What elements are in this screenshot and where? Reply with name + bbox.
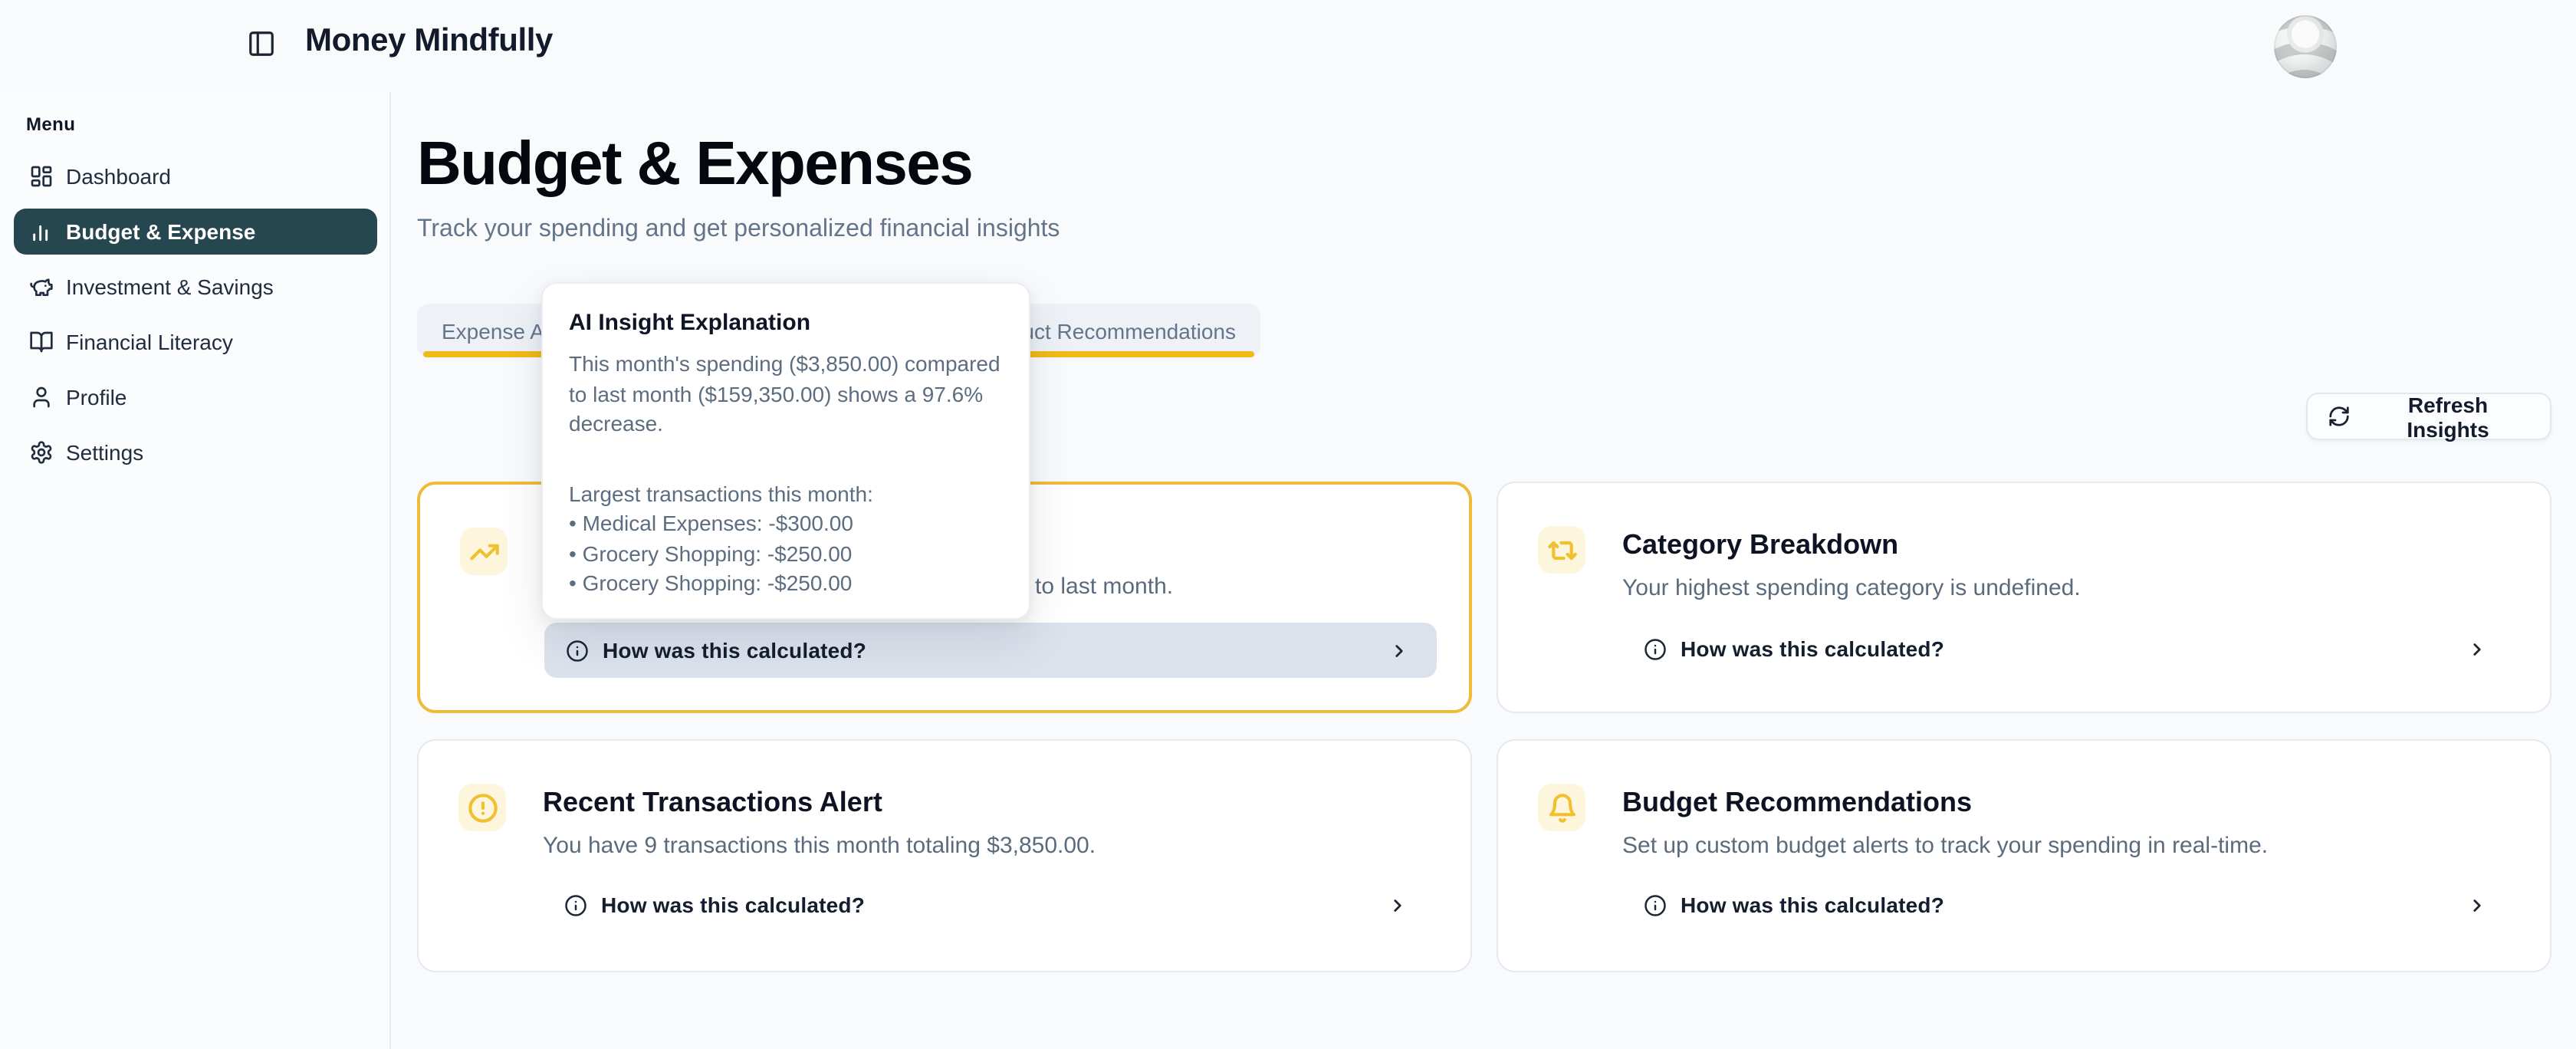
chevron-right-icon bbox=[1388, 895, 1408, 915]
trending-up-icon bbox=[460, 528, 508, 575]
panel-left-icon bbox=[246, 28, 275, 58]
chevron-right-icon bbox=[1389, 640, 1409, 660]
sidebar-item-profile[interactable]: Profile bbox=[14, 374, 377, 420]
card-title: Category Breakdown bbox=[1622, 528, 1898, 561]
alert-circle-icon bbox=[458, 784, 506, 831]
chevron-right-icon bbox=[2467, 895, 2487, 915]
sidebar-item-financial-literacy[interactable]: Financial Literacy bbox=[14, 319, 377, 365]
sidebar-item-investment-savings[interactable]: Investment & Savings bbox=[14, 264, 377, 310]
card-body: You have 9 transactions this month total… bbox=[543, 830, 1096, 862]
refresh-insights-button[interactable]: Refresh Insights bbox=[2306, 393, 2551, 440]
sidebar-menu-label: Menu bbox=[26, 113, 75, 135]
popover-body: This month's spending ($3,850.00) compar… bbox=[569, 350, 1017, 599]
top-header: Money Mindfully bbox=[0, 0, 2576, 92]
sidebar-item-label: Profile bbox=[66, 385, 127, 409]
how-calculated-row[interactable]: How was this calculated? bbox=[1622, 621, 2515, 676]
card-category-breakdown: Category Breakdown Your highest spending… bbox=[1497, 482, 2551, 713]
sidebar-toggle-button[interactable] bbox=[236, 18, 285, 67]
refresh-icon bbox=[2328, 405, 2351, 428]
how-calculated-label: How was this calculated? bbox=[1681, 636, 1944, 661]
card-title: Recent Transactions Alert bbox=[543, 785, 882, 819]
popover-list-item: • Medical Expenses: -$300.00 bbox=[569, 509, 1017, 539]
info-icon bbox=[564, 893, 587, 916]
repeat-icon bbox=[1538, 526, 1585, 574]
popover-paragraph: This month's spending ($3,850.00) compar… bbox=[569, 350, 1017, 439]
popover-list-header: Largest transactions this month: bbox=[569, 479, 1017, 509]
how-calculated-row[interactable]: How was this calculated? bbox=[1622, 877, 2515, 932]
card-budget-recommendations: Budget Recommendations Set up custom bud… bbox=[1497, 739, 2551, 972]
sidebar-item-label: Settings bbox=[66, 440, 143, 465]
bell-icon bbox=[1538, 784, 1585, 831]
chevron-right-icon bbox=[2467, 639, 2487, 659]
bar-chart-icon bbox=[29, 219, 54, 244]
popover-title: AI Insight Explanation bbox=[569, 310, 1007, 336]
sidebar-item-label: Budget & Expense bbox=[66, 219, 255, 244]
page-subtitle: Track your spending and get personalized… bbox=[417, 213, 1060, 247]
how-calculated-row[interactable]: How was this calculated? bbox=[543, 877, 1435, 932]
page-title: Budget & Expenses bbox=[417, 126, 972, 202]
avatar[interactable] bbox=[2274, 15, 2337, 78]
piggy-bank-icon bbox=[29, 275, 54, 299]
sidebar-item-dashboard[interactable]: Dashboard bbox=[14, 153, 377, 199]
info-icon bbox=[1644, 893, 1667, 916]
how-calculated-label: How was this calculated? bbox=[601, 893, 865, 917]
sidebar-item-label: Dashboard bbox=[66, 164, 171, 189]
card-body: Your highest spending category is undefi… bbox=[1622, 572, 2081, 604]
dashboard-icon bbox=[29, 164, 54, 189]
ai-insight-popover: AI Insight Explanation This month's spen… bbox=[541, 282, 1030, 620]
card-recent-transactions: Recent Transactions Alert You have 9 tra… bbox=[417, 739, 1472, 972]
how-calculated-label: How was this calculated? bbox=[1681, 893, 1944, 917]
book-open-icon bbox=[29, 330, 54, 354]
popover-list-item: • Grocery Shopping: -$250.00 bbox=[569, 539, 1017, 569]
gear-icon bbox=[29, 440, 54, 465]
sidebar-item-label: Investment & Savings bbox=[66, 275, 274, 299]
info-icon bbox=[1644, 637, 1667, 660]
user-icon bbox=[29, 385, 54, 409]
app-root: Money Mindfully Menu Dashboard Budget & … bbox=[0, 0, 2576, 1049]
sidebar: Menu Dashboard Budget & Expense Investme… bbox=[0, 92, 391, 1049]
how-calculated-label: How was this calculated? bbox=[603, 638, 866, 663]
popover-list-item: • Grocery Shopping: -$250.00 bbox=[569, 569, 1017, 599]
sidebar-item-settings[interactable]: Settings bbox=[14, 429, 377, 475]
info-icon bbox=[566, 639, 589, 662]
refresh-insights-label: Refresh Insights bbox=[2364, 392, 2532, 441]
app-title: Money Mindfully bbox=[305, 23, 553, 60]
card-body: Set up custom budget alerts to track you… bbox=[1622, 830, 2268, 862]
how-calculated-row[interactable]: How was this calculated? bbox=[544, 623, 1437, 678]
card-body-fragment: to last month. bbox=[1035, 571, 1173, 603]
sidebar-item-label: Financial Literacy bbox=[66, 330, 233, 354]
card-title: Budget Recommendations bbox=[1622, 785, 1972, 819]
sidebar-item-budget-expense[interactable]: Budget & Expense bbox=[14, 209, 377, 255]
